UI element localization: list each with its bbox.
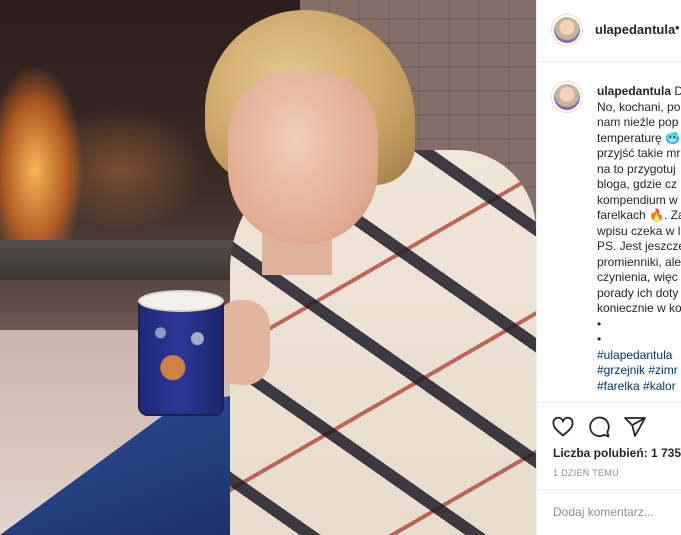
caption-line: promienniki, ale [597, 254, 681, 269]
caption-text: ulapedantula D No, kochani, po nam nieźl… [597, 84, 681, 394]
comment-icon[interactable] [587, 415, 611, 439]
hashtag-link[interactable]: #ulapedantula [597, 348, 681, 364]
caption-line: nam nieźle pop [597, 115, 679, 129]
caption-avatar[interactable] [552, 82, 582, 112]
post-sidebar: ulapedantula • ulapedantula D No, kochan… [536, 0, 681, 535]
caption-line: temperaturę 🥶 [597, 130, 680, 145]
post-timestamp[interactable]: 1 DZIEŃ TEMU [553, 468, 619, 478]
post-header: ulapedantula • [537, 0, 681, 62]
hashtag-link[interactable]: #farelka #kalor [597, 379, 681, 395]
caption-header-suffix: D [674, 84, 681, 98]
comment-area [537, 489, 681, 535]
more-options-dot[interactable]: • [675, 20, 680, 35]
caption-line: czynienia, więc [597, 270, 678, 284]
caption-line: farelkach 🔥. Za [597, 208, 681, 222]
likes-count[interactable]: Liczba polubień: 1 735 [553, 446, 681, 460]
caption-line: porady ich doty [597, 285, 679, 300]
caption-line: bloga, gdzie cz [597, 177, 678, 191]
caption-section: ulapedantula D No, kochani, po nam nieźl… [537, 62, 681, 402]
heart-icon[interactable] [551, 415, 575, 439]
caption-username[interactable]: ulapedantula [597, 84, 671, 98]
caption-line: • [597, 316, 602, 331]
post-username[interactable]: ulapedantula [595, 22, 675, 37]
mug-rim [138, 290, 224, 312]
caption-line: przyjść takie mr [597, 146, 681, 160]
caption-line: wpisu czeka w l [597, 223, 681, 238]
caption-line: koniecznie w ko [597, 301, 681, 315]
caption-line: PS. Jest jeszcze [597, 239, 681, 253]
avatar[interactable] [552, 15, 582, 45]
post-photo[interactable] [0, 0, 536, 535]
caption-line: kompendium w [597, 192, 678, 207]
face [228, 70, 378, 245]
hashtag-link[interactable]: #grzejnik #zimr [597, 363, 681, 379]
comment-input[interactable] [553, 502, 673, 522]
caption-line: • [597, 332, 602, 346]
caption-line: na to przygotuj [597, 161, 676, 176]
mug [138, 296, 224, 416]
post-actions: Liczba polubień: 1 735 1 DZIEŃ TEMU [537, 402, 681, 534]
caption-line: No, kochani, po [597, 99, 681, 114]
share-icon[interactable] [623, 415, 647, 439]
